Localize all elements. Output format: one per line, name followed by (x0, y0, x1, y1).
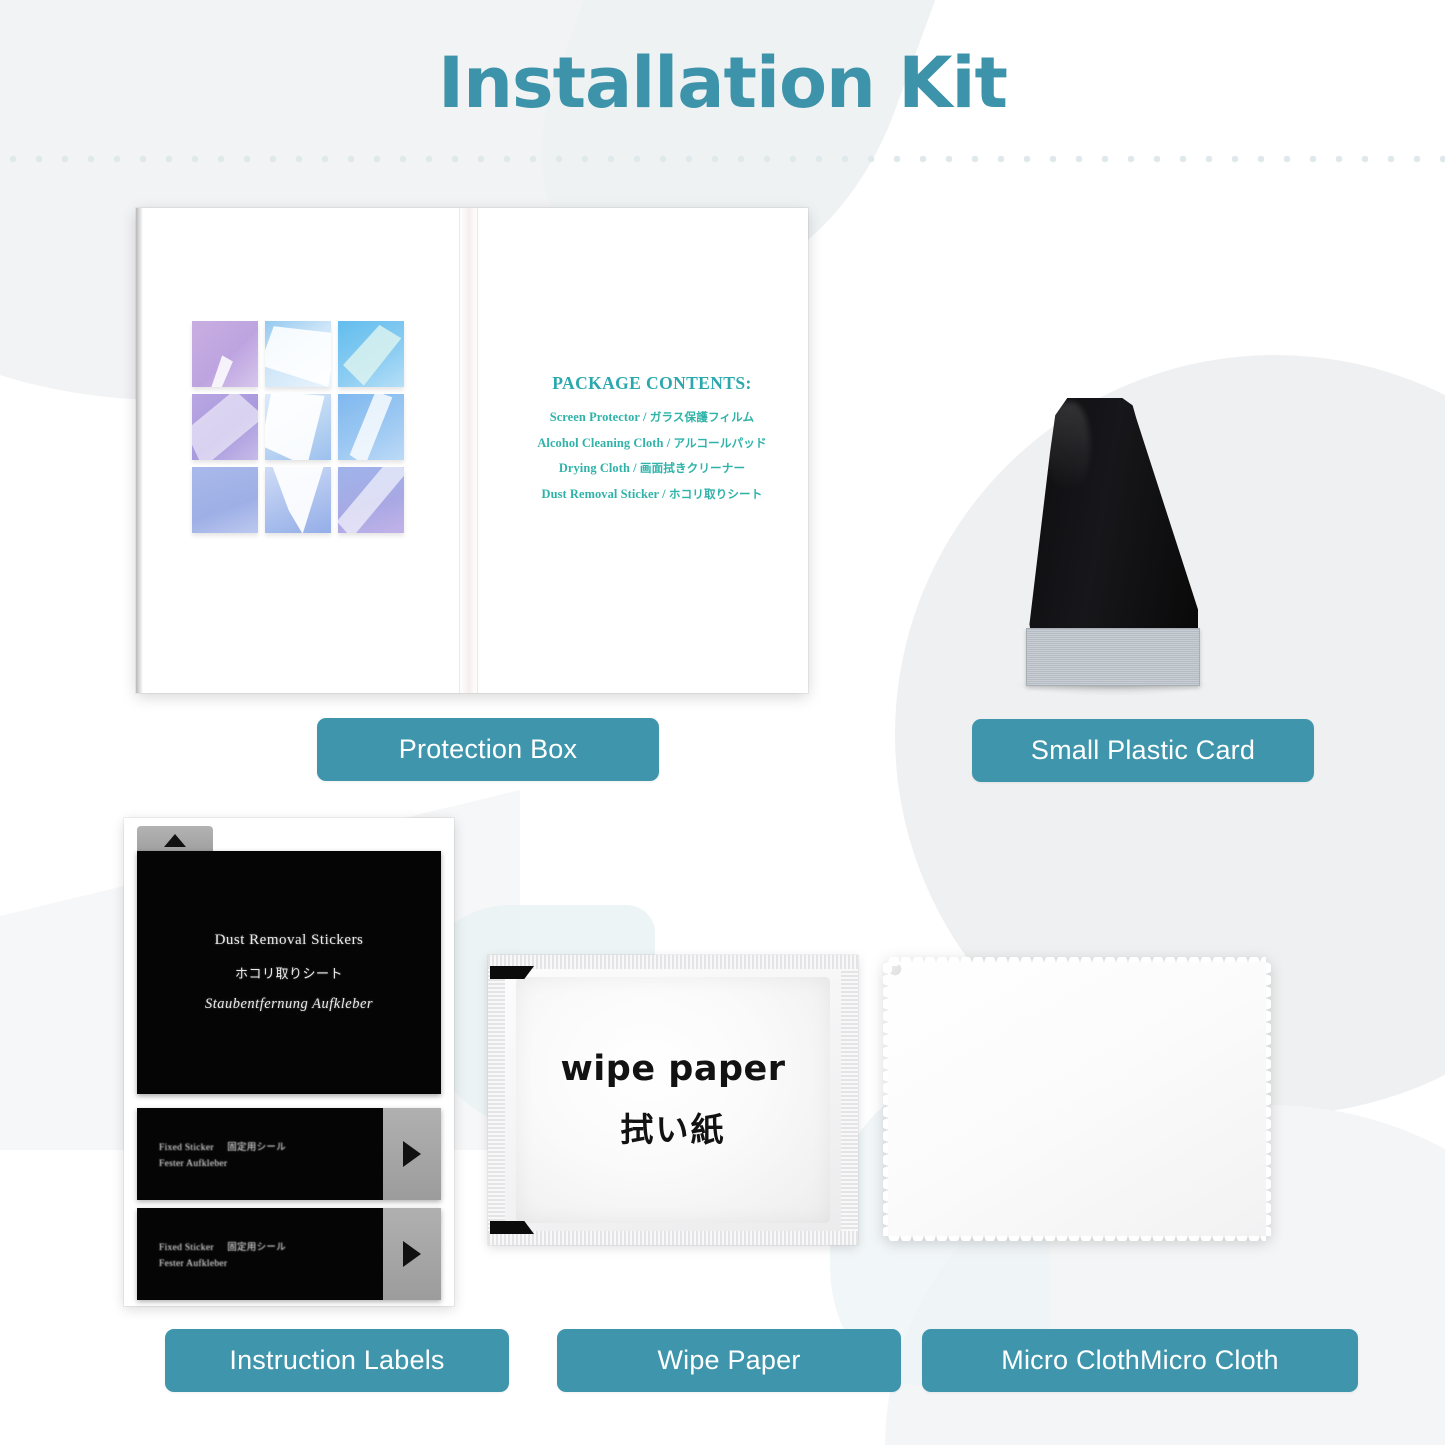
strip-line-primary: Fixed Sticker 固定用シール (159, 1139, 383, 1153)
contents-separator: / (642, 410, 647, 424)
box-left-edge-shading (136, 208, 143, 693)
gradient-tile (192, 394, 258, 460)
wipe-paper-image: wipe paper 拭い紙 (488, 955, 858, 1245)
label-pull-tab (137, 826, 213, 854)
gradient-tile (338, 394, 404, 460)
page-title: Installation Kit (438, 42, 1008, 124)
caption-wipe-paper: Wipe Paper (557, 1329, 901, 1392)
instruction-labels-image: Dust Removal Stickers ホコリ取りシート Staubentf… (124, 818, 454, 1306)
strip-text-en: Fixed Sticker (159, 1143, 214, 1153)
strip-line-primary: Fixed Sticker 固定用シール (159, 1239, 383, 1253)
sticker-title-jp: ホコリ取りシート (234, 967, 343, 982)
protection-box-image: PACKAGE CONTENTS: Screen Protector / ガラス… (136, 208, 808, 693)
gradient-tile (338, 321, 404, 387)
contents-item-en: Dust Removal Sticker (541, 486, 659, 501)
micro-cloth-image (883, 957, 1271, 1241)
card-felt-edge (1026, 628, 1200, 686)
strip-text-de: Fester Aufkleber (159, 1159, 228, 1169)
card-highlight (1046, 402, 1090, 492)
triangle-right-icon (403, 1241, 421, 1267)
package-contents-panel: PACKAGE CONTENTS: Screen Protector / ガラス… (506, 373, 798, 511)
sachet-face: wipe paper 拭い紙 (516, 977, 830, 1223)
contents-separator: / (666, 435, 671, 450)
gradient-tile (338, 467, 404, 533)
sticker-title-de: Staubentfernung Aufkleber (204, 996, 374, 1012)
package-contents-row: Screen Protector / ガラス保護フィルム (506, 409, 798, 425)
caption-protection-box: Protection Box (317, 718, 659, 781)
fixed-sticker-strip: Fixed Sticker 固定用シール Fester Aufkleber (137, 1108, 441, 1200)
gradient-tile-grid (192, 321, 404, 533)
sticker-title-en: Dust Removal Stickers (214, 932, 364, 948)
sachet-crimp-bottom (488, 1231, 858, 1245)
strip-text-block: Fixed Sticker 固定用シール Fester Aufkleber (137, 1108, 383, 1200)
gradient-tile (265, 394, 331, 460)
caption-instruction-labels: Instruction Labels (165, 1329, 509, 1392)
caption-micro-cloth: Micro ClothMicro Cloth (922, 1329, 1358, 1392)
contents-item-en: Screen Protector (549, 410, 640, 424)
contents-item-jp: 画面拭きクリーナー (639, 461, 746, 475)
contents-item-jp: ホコリ取りシート (668, 486, 763, 501)
gradient-tile (265, 467, 331, 533)
package-contents-row: Drying Cloth / 画面拭きクリーナー (506, 460, 798, 476)
fixed-sticker-strip: Fixed Sticker 固定用シール Fester Aufkleber (137, 1208, 441, 1300)
wipe-paper-label-en: wipe paper (560, 1049, 786, 1089)
card-black-body (1029, 398, 1198, 644)
dust-removal-sticker-card: Dust Removal Stickers ホコリ取りシート Staubentf… (137, 851, 441, 1094)
contents-item-en: Drying Cloth (558, 461, 630, 475)
strip-text-en: Fixed Sticker (159, 1243, 214, 1253)
contents-item-jp: アルコールパッド (673, 435, 767, 450)
strip-text-jp: 固定用シール (227, 1242, 287, 1253)
package-contents-row: Dust Removal Sticker / ホコリ取りシート (506, 486, 798, 502)
cloth-sheet (888, 962, 1266, 1236)
strip-arrow-tab (383, 1208, 441, 1300)
triangle-right-icon (403, 1141, 421, 1167)
gradient-tile (192, 467, 258, 533)
package-contents-row: Alcohol Cleaning Cloth / アルコールパッド (506, 435, 798, 451)
wipe-paper-label-jp: 拭い紙 (620, 1110, 726, 1149)
small-plastic-card-image (1012, 398, 1212, 696)
contents-separator: / (633, 461, 637, 475)
box-center-fold (458, 208, 480, 693)
triangle-up-icon (164, 833, 186, 847)
sachet-crimp-right (841, 955, 858, 1245)
gradient-tile (192, 321, 258, 387)
strip-text-jp: 固定用シール (227, 1142, 287, 1153)
sachet-crimp-top (488, 955, 858, 969)
sachet-crimp-left (488, 955, 505, 1245)
strip-arrow-tab (383, 1108, 441, 1200)
dotted-divider (0, 152, 1445, 166)
contents-separator: / (662, 486, 666, 501)
strip-text-de: Fester Aufkleber (159, 1259, 228, 1269)
strip-text-block: Fixed Sticker 固定用シール Fester Aufkleber (137, 1208, 383, 1300)
gradient-tile (265, 321, 331, 387)
contents-item-jp: ガラス保護フィルム (649, 410, 755, 424)
contents-item-en: Alcohol Cleaning Cloth (537, 435, 664, 450)
package-contents-heading: PACKAGE CONTENTS: (552, 373, 752, 393)
caption-small-plastic-card: Small Plastic Card (972, 719, 1314, 782)
